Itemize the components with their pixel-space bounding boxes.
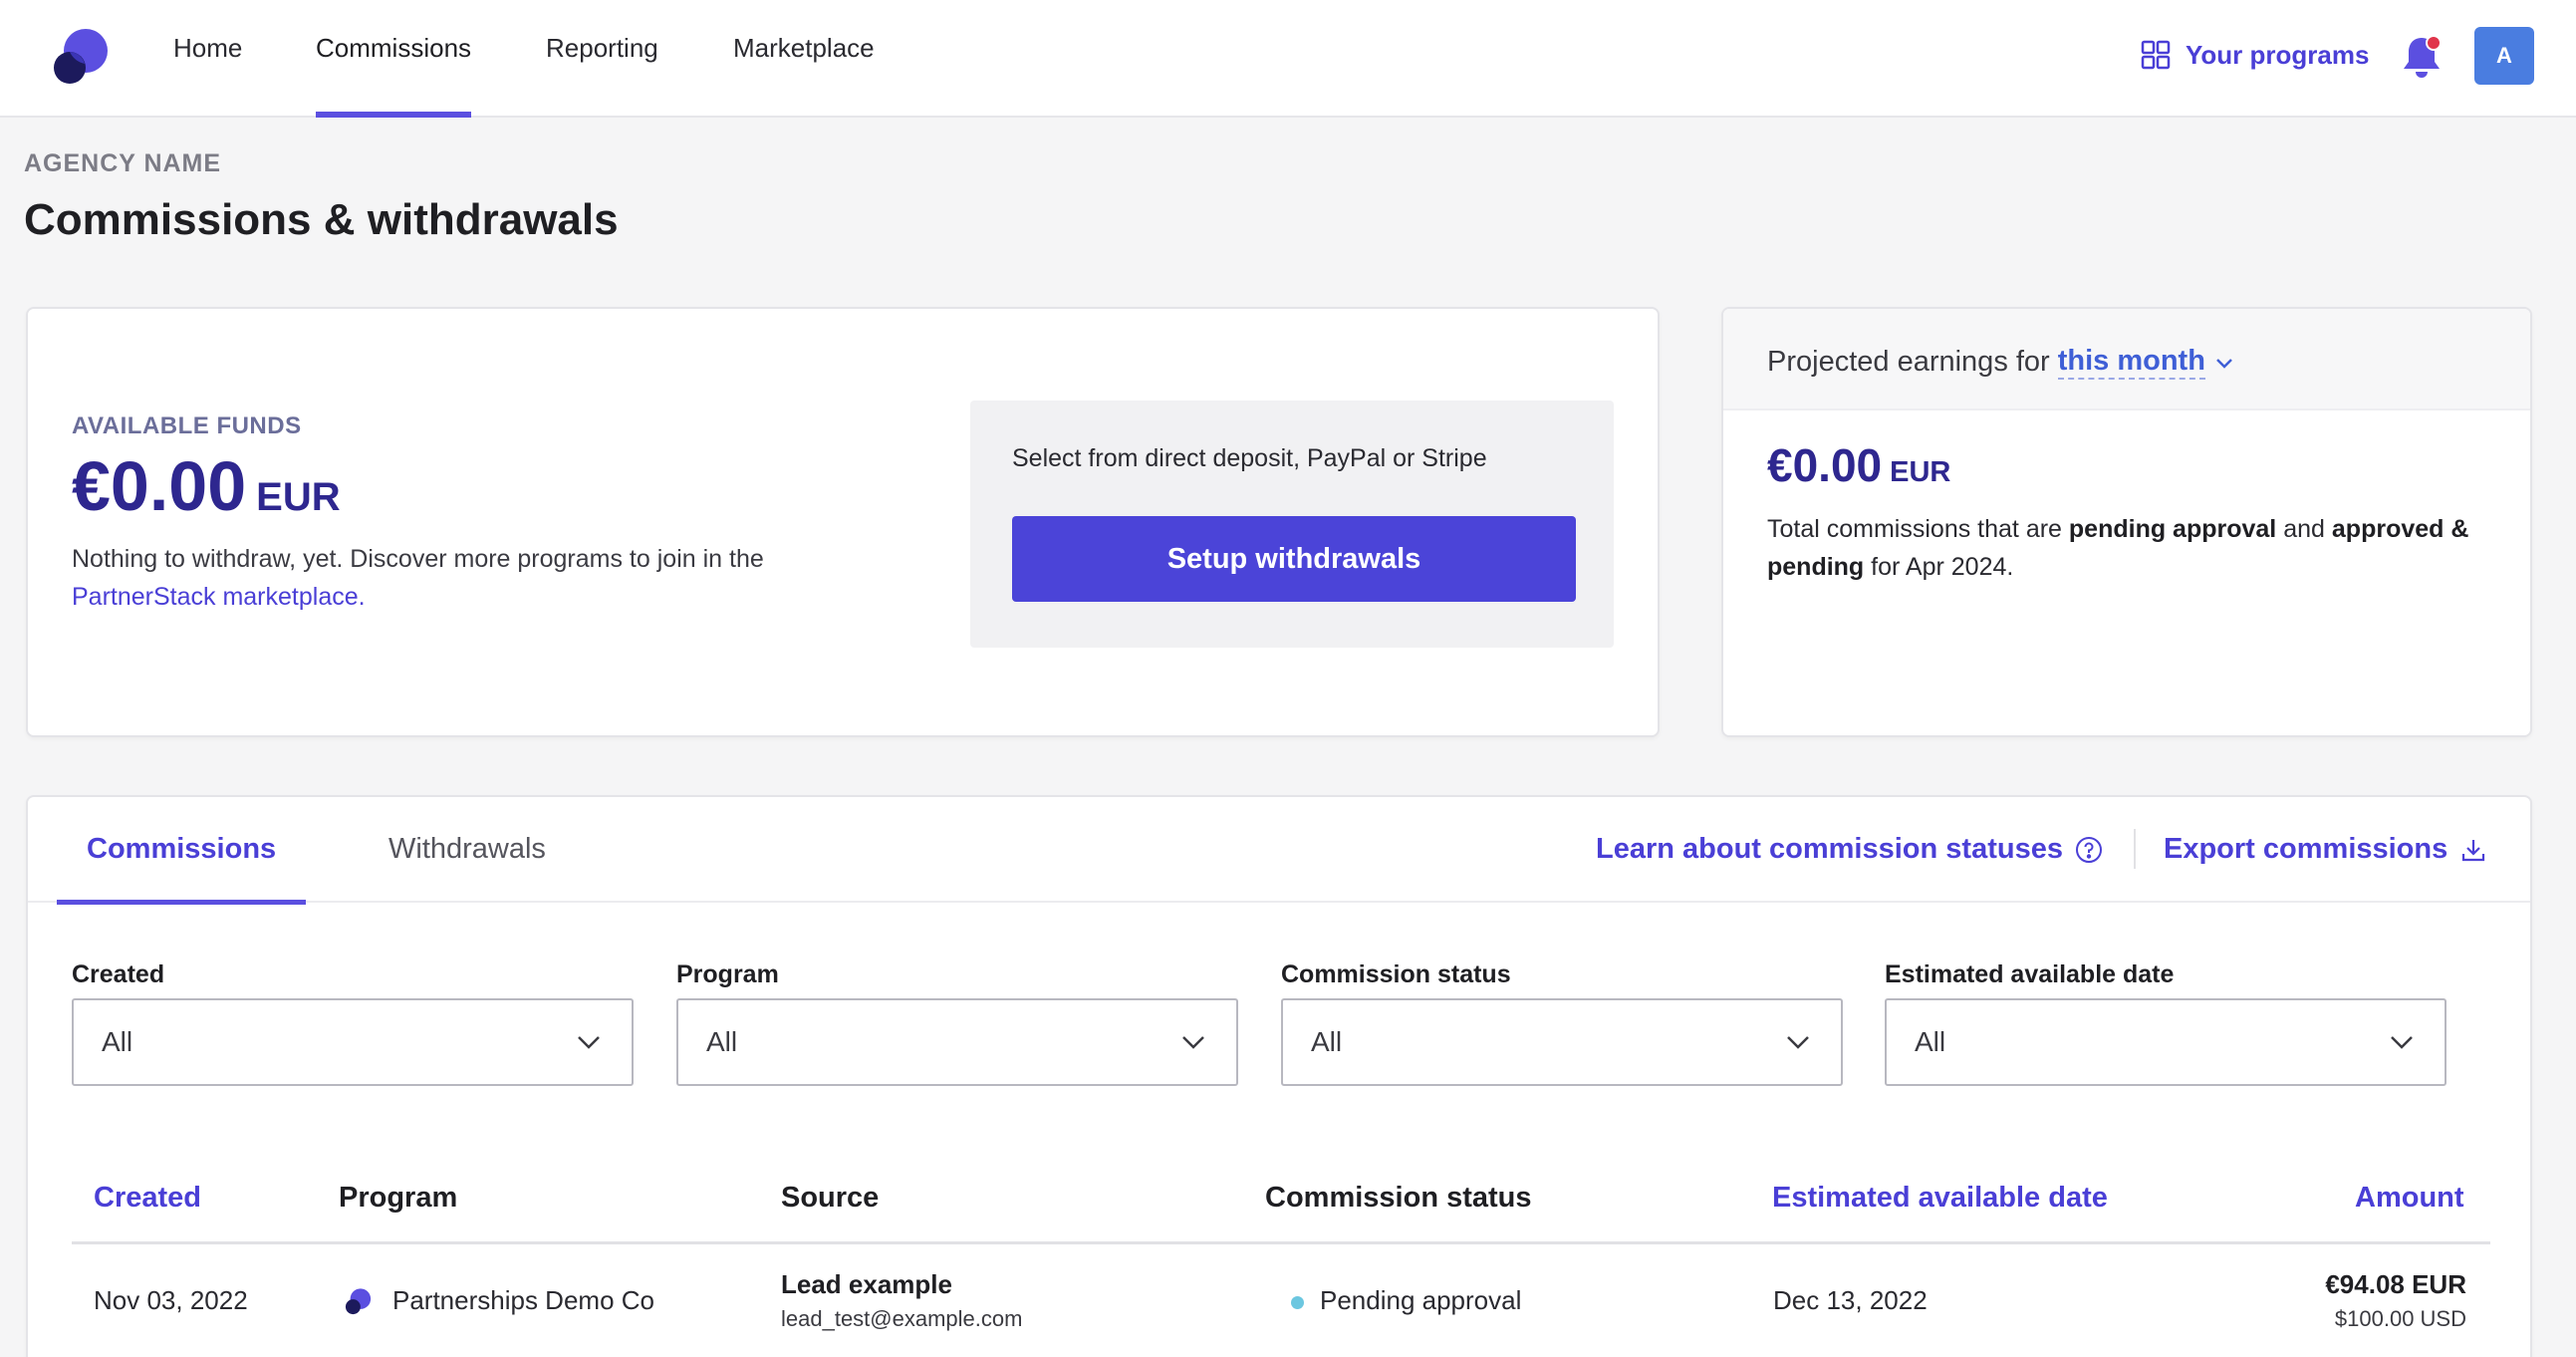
- row-program-name: Partnerships Demo Co: [392, 1285, 654, 1315]
- chevron-down-icon: [578, 1036, 600, 1049]
- funds-currency: EUR: [256, 475, 341, 519]
- row-created: Nov 03, 2022: [94, 1285, 248, 1315]
- period-dropdown[interactable]: this month: [2057, 345, 2205, 380]
- projected-title-text: Projected earnings for: [1767, 346, 2050, 378]
- notification-dot-icon: [2426, 35, 2442, 51]
- withdraw-methods-text: Select from direct deposit, PayPal or St…: [1012, 444, 1487, 472]
- status-dot-icon: [1291, 1295, 1304, 1309]
- proj-desc-part: and: [2283, 515, 2325, 543]
- row-source: Lead example lead_test@example.com: [781, 1269, 1022, 1332]
- your-programs-label: Your programs: [2186, 39, 2370, 70]
- filter-program-label: Program: [676, 960, 779, 988]
- projected-earnings-title: Projected earnings for this month: [1767, 345, 2235, 380]
- row-source-email: lead_test@example.com: [781, 1306, 1023, 1331]
- row-source-name: Lead example: [781, 1269, 952, 1299]
- column-commission-status: Commission status: [1265, 1182, 1532, 1214]
- filter-status-select[interactable]: All: [1281, 998, 1843, 1086]
- column-created[interactable]: Created: [94, 1182, 201, 1215]
- table-header-divider: [72, 1241, 2490, 1244]
- export-link-label: Export commissions: [2164, 833, 2448, 865]
- filter-status-label: Commission status: [1281, 960, 1511, 988]
- projected-earnings-card: Projected earnings for this month €0.00 …: [1721, 307, 2532, 737]
- chevron-down-icon: [1787, 1036, 1809, 1049]
- funds-description: Nothing to withdraw, yet. Discover more …: [72, 540, 908, 616]
- available-funds-amount: €0.00 EUR: [72, 446, 341, 526]
- filter-available-date-value: All: [1915, 1026, 1946, 1057]
- agency-name: AGENCY NAME: [24, 149, 222, 177]
- learn-commission-statuses-link[interactable]: Learn about commission statuses: [1596, 833, 2103, 866]
- chevron-down-icon: [1182, 1036, 1204, 1049]
- chevron-down-icon[interactable]: [2213, 352, 2235, 374]
- nav-commissions[interactable]: Commissions: [316, 0, 472, 118]
- row-amount-main: €94.08 EUR: [2325, 1269, 2466, 1299]
- available-funds-label: AVAILABLE FUNDS: [72, 412, 302, 439]
- program-logo-icon: [345, 1287, 372, 1314]
- proj-desc-part: for Apr 2024.: [1871, 553, 2014, 581]
- download-icon: [2462, 839, 2485, 861]
- marketplace-link[interactable]: PartnerStack marketplace.: [72, 583, 366, 611]
- setup-withdrawals-button[interactable]: Setup withdrawals: [1012, 516, 1576, 602]
- filter-program-select[interactable]: All: [676, 998, 1238, 1086]
- filter-status-value: All: [1311, 1026, 1343, 1057]
- avatar[interactable]: A: [2474, 27, 2534, 85]
- column-program: Program: [339, 1182, 458, 1214]
- available-funds-card: AVAILABLE FUNDS €0.00 EUR Nothing to wit…: [26, 307, 1660, 737]
- row-status: Pending approval: [1291, 1285, 1521, 1316]
- column-estimated-available-date[interactable]: Estimated available date: [1772, 1182, 2108, 1215]
- column-amount[interactable]: Amount: [2355, 1182, 2464, 1215]
- your-programs-button[interactable]: Your programs: [2140, 36, 2369, 74]
- funds-value: €0.00: [72, 447, 247, 525]
- export-commissions-link[interactable]: Export commissions: [2164, 833, 2487, 866]
- tab-withdrawals[interactable]: Withdrawals: [388, 797, 546, 903]
- chevron-down-icon: [2391, 1036, 2413, 1049]
- tabs-row: Commissions Withdrawals Learn about comm…: [28, 797, 2530, 905]
- row-status-label: Pending approval: [1320, 1285, 1522, 1315]
- proj-desc-bold: pending approval: [2068, 515, 2277, 543]
- projected-value: €0.00: [1767, 439, 1883, 491]
- nav-home[interactable]: Home: [173, 0, 242, 118]
- filter-created-label: Created: [72, 960, 165, 988]
- proj-desc-part: Total commissions that are: [1767, 515, 2062, 543]
- projected-description: Total commissions that are pending appro…: [1767, 510, 2504, 586]
- row-available-date: Dec 13, 2022: [1773, 1285, 1928, 1315]
- row-amount: €94.08 EUR $100.00 USD: [2325, 1269, 2466, 1332]
- row-amount-sub: $100.00 USD: [2334, 1306, 2466, 1331]
- nav-reporting[interactable]: Reporting: [546, 0, 658, 118]
- top-navigation-bar: Home Commissions Reporting Marketplace Y…: [0, 0, 2576, 118]
- commissions-panel: Commissions Withdrawals Learn about comm…: [26, 795, 2532, 1357]
- nav-marketplace[interactable]: Marketplace: [733, 0, 875, 118]
- column-source: Source: [781, 1182, 880, 1214]
- filter-created-value: All: [102, 1026, 133, 1057]
- projected-earnings-header: Projected earnings for this month: [1723, 309, 2530, 410]
- page-title: Commissions & withdrawals: [24, 195, 619, 244]
- filter-available-date-label: Estimated available date: [1885, 960, 2175, 988]
- bell-icon[interactable]: [2401, 34, 2443, 80]
- partnerstack-logo-icon[interactable]: [52, 24, 112, 88]
- projected-earnings-amount: €0.00 EUR: [1767, 438, 1950, 492]
- learn-link-label: Learn about commission statuses: [1596, 833, 2063, 865]
- filter-program-value: All: [706, 1026, 738, 1057]
- help-circle-icon: [2075, 836, 2102, 863]
- withdraw-setup-panel: Select from direct deposit, PayPal or St…: [970, 401, 1614, 648]
- row-program: Partnerships Demo Co: [345, 1285, 654, 1316]
- tab-commissions[interactable]: Commissions: [56, 797, 307, 905]
- filter-created-select[interactable]: All: [72, 998, 634, 1086]
- grid-icon: [2141, 40, 2171, 70]
- filter-available-date-select[interactable]: All: [1885, 998, 2447, 1086]
- funds-desc-text: Nothing to withdraw, yet. Discover more …: [72, 545, 764, 573]
- header-divider: [2134, 829, 2136, 869]
- projected-currency: EUR: [1890, 456, 1951, 488]
